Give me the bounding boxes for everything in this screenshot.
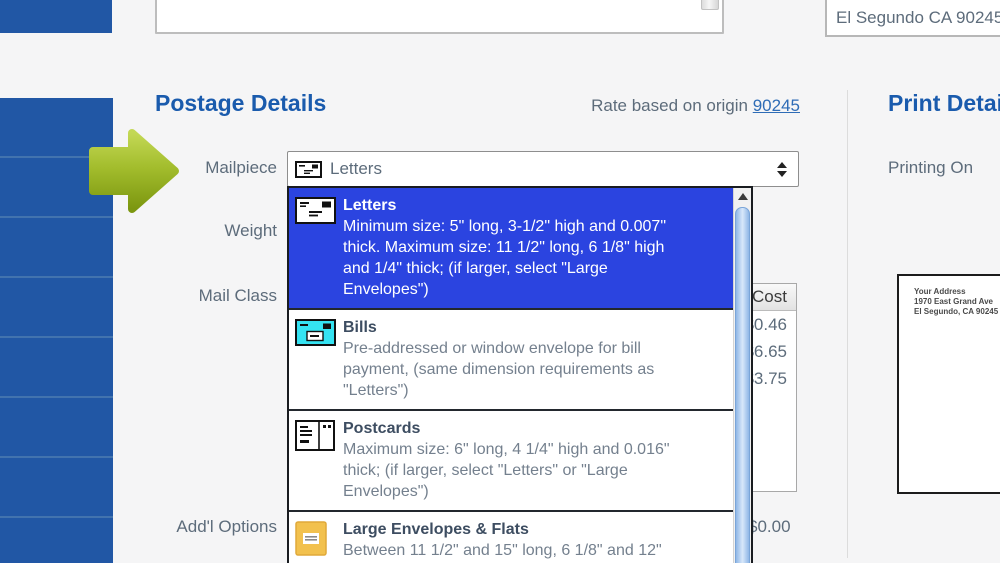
print-details-title: Print Details	[888, 90, 1000, 117]
mailpiece-select[interactable]: Letters	[287, 151, 799, 187]
dropdown-scrollbar-thumb[interactable]	[735, 207, 750, 563]
option-title: Large Envelopes & Flats	[343, 519, 691, 540]
mailpiece-dropdown: Letters Minimum size: 5" long, 3-1/2" hi…	[287, 186, 753, 563]
return-address-line: El Segundo, CA 90245	[914, 307, 998, 317]
sidebar-item[interactable]	[0, 458, 113, 518]
return-address: Your Address 1970 East Grand Ave El Segu…	[914, 287, 998, 317]
sidebar-item[interactable]	[0, 278, 113, 338]
postage-details-title: Postage Details	[155, 90, 326, 117]
printing-on-label: Printing On	[888, 158, 973, 178]
recipient-address-box[interactable]: El Segundo CA 90245	[825, 0, 1000, 37]
sidebar-item[interactable]	[0, 218, 113, 278]
mail-class-label: Mail Class	[199, 286, 277, 306]
option-description: Minimum size: 5" long, 3-1/2" high and 0…	[343, 216, 691, 300]
mailpiece-select-value: Letters	[330, 159, 382, 179]
dropdown-option-bills[interactable]: Bills Pre-addressed or window envelope f…	[289, 310, 734, 411]
weight-label: Weight	[224, 221, 277, 241]
scroll-up-arrow-icon[interactable]	[734, 188, 751, 205]
return-address-line: Your Address	[914, 287, 998, 297]
sidebar-item[interactable]	[0, 338, 113, 398]
option-title: Bills	[343, 317, 691, 338]
app-window: El Segundo CA 90245 Postage Details Rate…	[0, 0, 1000, 563]
option-title: Postcards	[343, 418, 691, 439]
sidebar-item[interactable]	[0, 398, 113, 458]
letter-envelope-icon	[295, 195, 343, 300]
dropdown-option-postcards[interactable]: Postcards Maximum size: 6" long, 4 1/4" …	[289, 411, 734, 512]
recipient-address-text: El Segundo CA 90245	[836, 8, 1000, 28]
addl-options-label: Add'l Options	[176, 517, 277, 537]
bill-envelope-icon	[295, 317, 343, 401]
origin-zip-link[interactable]: 90245	[753, 96, 800, 115]
textarea-scrollbar[interactable]	[701, 0, 719, 10]
mailpiece-dropdown-items: Letters Minimum size: 5" long, 3-1/2" hi…	[289, 188, 734, 563]
rate-note-text: Rate based on origin	[591, 96, 748, 115]
dropdown-option-large-envelopes[interactable]: Large Envelopes & Flats Between 11 1/2" …	[289, 512, 734, 563]
postcard-icon	[295, 418, 343, 502]
address-textarea[interactable]	[155, 0, 724, 34]
option-description: Pre-addressed or window envelope for bil…	[343, 338, 691, 401]
addl-options-value: $0.00	[748, 517, 791, 537]
option-description: Between 11 1/2" and 15" long, 6 1/8" and…	[343, 540, 691, 563]
mailpiece-label: Mailpiece	[205, 158, 277, 178]
dropdown-option-letters[interactable]: Letters Minimum size: 5" long, 3-1/2" hi…	[289, 188, 734, 310]
rate-note: Rate based on origin 90245	[591, 96, 800, 116]
select-spinner-icon	[777, 162, 787, 177]
dropdown-scrollbar[interactable]	[733, 188, 751, 563]
sidebar-top-block	[0, 0, 112, 33]
section-divider	[847, 90, 848, 558]
return-address-line: 1970 East Grand Ave	[914, 297, 998, 307]
sidebar-item[interactable]	[0, 518, 113, 563]
letter-envelope-icon	[295, 161, 322, 178]
large-envelope-icon	[295, 519, 343, 563]
callout-arrow-icon	[86, 124, 182, 218]
option-description: Maximum size: 6" long, 4 1/4" high and 0…	[343, 439, 691, 502]
envelope-preview: Your Address 1970 East Grand Ave El Segu…	[897, 274, 1000, 494]
option-title: Letters	[343, 195, 691, 216]
